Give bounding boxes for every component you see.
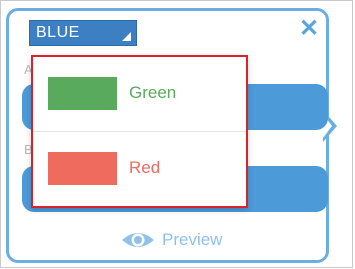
option-label-red: Red — [129, 158, 161, 177]
color-select-value: BLUE — [36, 24, 80, 41]
eye-icon — [122, 233, 154, 247]
dropdown-option-red[interactable]: Red — [33, 132, 246, 206]
option-label-green: Green — [129, 83, 177, 102]
dropdown-option-green[interactable]: Green — [33, 57, 246, 131]
color-select[interactable]: BLUE — [29, 20, 137, 46]
editor-canvas: A B BLUE ✕ Green Red Preview — [0, 0, 355, 269]
color-dropdown-list: Green Red — [31, 55, 248, 208]
red-swatch — [48, 152, 117, 185]
dropdown-arrow-icon — [122, 32, 131, 41]
green-swatch — [48, 77, 117, 110]
preview-label: Preview — [162, 230, 223, 249]
preview-button[interactable]: Preview — [120, 228, 222, 252]
close-icon[interactable]: ✕ — [298, 17, 320, 41]
